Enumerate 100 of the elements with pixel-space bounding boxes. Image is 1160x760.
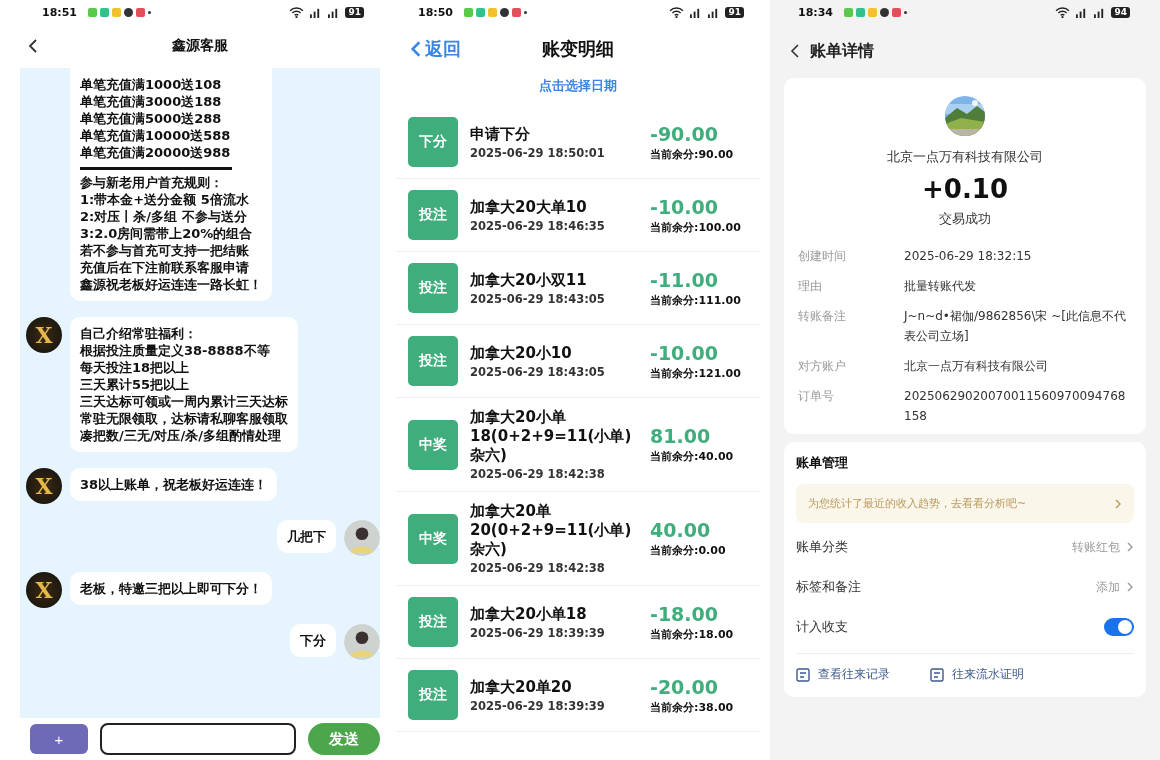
wifi-icon bbox=[1055, 6, 1071, 18]
transaction-status: 交易成功 bbox=[939, 210, 991, 228]
entry-balance: 当前余分:18.00 bbox=[650, 626, 735, 642]
wifi-icon bbox=[289, 6, 305, 18]
document-icon[interactable] bbox=[930, 667, 944, 682]
message-bubble: 老板，特邀三把以上即可下分！ bbox=[70, 572, 272, 605]
entry-amount: 81.00 bbox=[650, 425, 712, 447]
battery-indicator: 94 bbox=[1111, 6, 1130, 18]
field-value: 20250629020070011560970094768158 bbox=[904, 388, 1127, 425]
chevron-icon[interactable] bbox=[1126, 541, 1134, 553]
field-label: 对方账户 bbox=[798, 358, 847, 375]
entry-title: 加拿大20大单10 bbox=[470, 197, 588, 217]
field-label: 转账备注 bbox=[798, 308, 847, 325]
document-icon[interactable] bbox=[796, 667, 810, 682]
merchant-name: 北京一点万有科技有限公司 bbox=[887, 148, 1043, 166]
back-icon[interactable] bbox=[28, 38, 38, 54]
entry-tag: 中奖 bbox=[408, 419, 458, 470]
notification-icons-drawing bbox=[844, 7, 907, 17]
entry-balance: 当前余分:111.00 bbox=[650, 292, 742, 308]
add-button[interactable]: + bbox=[30, 724, 88, 754]
analysis-tip-banner[interactable]: 为您统计了最近的收入趋势，去看看分析吧~ bbox=[796, 484, 1134, 523]
entry-balance: 当前余分:100.00 bbox=[650, 219, 742, 235]
message-bubble: 单笔充值满1000送108 单笔充值满3000送188 单笔充值满5000送288 单笔充值满10000送588 单笔充值满20000送988 参与新老用户首充规则： 1:带本金+送分金额 5倍流水 2:对压丨杀/多组 不参与送分 3:2.0房间需带上20%的组合 若不参与首充可支持一把结账 充值后在下注前联系客服申请 鑫源祝老板好运连连一路长虹！ bbox=[70, 68, 272, 301]
field-value: 2025-06-29 18:32:15 bbox=[904, 248, 1033, 265]
entry-time: 2025-06-29 18:46:35 bbox=[470, 218, 606, 233]
field-label: 订单号 bbox=[798, 388, 835, 405]
entry-amount: -18.00 bbox=[650, 602, 719, 625]
entry-tag: 中奖 bbox=[408, 513, 458, 564]
date-picker-link[interactable]: 点击选择日期 bbox=[533, 76, 623, 96]
entry-balance: 当前余分:40.00 bbox=[650, 449, 735, 464]
entry-balance: 当前余分:38.00 bbox=[650, 699, 735, 715]
action-link[interactable]: 查看往来记录 bbox=[796, 666, 890, 683]
message-bubble: 下分 bbox=[290, 624, 336, 657]
field-value: 批量转账代发 bbox=[904, 278, 977, 295]
entry-time: 2025-06-29 18:42:38 bbox=[470, 467, 606, 481]
entry-time: 2025-06-29 18:42:38 bbox=[470, 561, 606, 575]
back-link[interactable]: 返回 bbox=[410, 37, 461, 61]
entry-balance: 当前余分:121.00 bbox=[650, 365, 742, 381]
message-bubble: 几把下 bbox=[277, 520, 336, 553]
status-time: 18:50 bbox=[418, 5, 453, 19]
entry-tag: 下分 bbox=[408, 117, 458, 167]
agent-avatar[interactable]: X bbox=[26, 317, 62, 353]
entry-tag: 投注 bbox=[408, 597, 458, 647]
entry-title: 申请下分 bbox=[470, 124, 531, 144]
message-bubble: 自己介绍常驻福利： 根据投注质量定义38-8888不等 每天投注18把以上 三天累计55把以上 三天达标可领或一周内累计三天达标 常驻无限领取，达标请私聊客服领取 凑把数/三无/对压/杀/多组酌情处理 bbox=[70, 317, 298, 452]
message-input[interactable] bbox=[100, 723, 296, 755]
entry-tag: 投注 bbox=[408, 336, 458, 386]
chevron-icon[interactable] bbox=[1126, 581, 1134, 593]
chevron-icon[interactable] bbox=[1114, 497, 1122, 510]
status-time: 18:51 bbox=[42, 5, 77, 19]
status-time: 18:34 bbox=[798, 5, 833, 19]
entry-title: 加拿大20单20 bbox=[470, 677, 573, 697]
battery-indicator: 91 bbox=[345, 6, 364, 18]
entry-amount: -90.00 bbox=[650, 122, 719, 145]
entry-balance: 当前余分:90.00 bbox=[650, 146, 735, 162]
setting-label: 标签和备注 bbox=[796, 578, 861, 596]
field-label: 理由 bbox=[798, 278, 823, 295]
notification-icons-drawing bbox=[88, 7, 151, 17]
entry-title: 加拿大20小双11 bbox=[470, 270, 588, 290]
entry-tag: 投注 bbox=[408, 670, 458, 720]
message-bubble: 38以上账单，祝老板好运连连！ bbox=[70, 468, 278, 501]
user-avatar-icon[interactable] bbox=[344, 624, 380, 660]
back-icon[interactable] bbox=[790, 43, 800, 59]
agent-avatar[interactable]: X bbox=[26, 572, 62, 608]
page-title: 账单详情 bbox=[810, 40, 874, 62]
entry-time: 2025-06-29 18:50:01 bbox=[470, 145, 606, 160]
section-title: 账单管理 bbox=[796, 454, 849, 472]
user-avatar-icon[interactable] bbox=[344, 520, 380, 556]
bill-amount: +0.10 bbox=[922, 174, 1008, 204]
entry-title: 加拿大20小10 bbox=[470, 343, 573, 363]
entry-time: 2025-06-29 18:39:39 bbox=[470, 698, 606, 713]
send-button[interactable]: 发送 bbox=[308, 723, 380, 755]
agent-avatar[interactable]: X bbox=[26, 468, 62, 504]
setting-value-link[interactable]: 添加 bbox=[1096, 578, 1134, 596]
entry-title: 加拿大20单20(0+2+9=11(小单)杂六) bbox=[470, 502, 633, 559]
entry-time: 2025-06-29 18:39:39 bbox=[470, 625, 606, 640]
entry-time: 2025-06-29 18:43:05 bbox=[470, 364, 606, 379]
entry-tag: 投注 bbox=[408, 190, 458, 240]
setting-label: 账单分类 bbox=[796, 538, 848, 556]
toggle-switch[interactable] bbox=[1104, 618, 1134, 636]
entry-tag: 投注 bbox=[408, 263, 458, 313]
entry-amount: -10.00 bbox=[650, 341, 719, 364]
field-label: 创建时间 bbox=[798, 248, 847, 265]
battery-indicator: 91 bbox=[725, 6, 744, 18]
action-link[interactable]: 往来流水证明 bbox=[930, 666, 1024, 683]
page-title: 账变明细 bbox=[542, 37, 614, 61]
setting-label: 计入收支 bbox=[796, 618, 848, 636]
entry-amount: 40.00 bbox=[650, 519, 712, 541]
entry-balance: 当前余分:0.00 bbox=[650, 543, 727, 558]
entry-time: 2025-06-29 18:43:05 bbox=[470, 291, 606, 306]
entry-title: 加拿大20小单18 bbox=[470, 604, 588, 624]
entry-amount: -11.00 bbox=[650, 268, 719, 291]
entry-amount: -10.00 bbox=[650, 195, 719, 218]
field-value: J~n~d•裙伽/9862856\宋 ~[此信息不代表公司立场] bbox=[904, 308, 1128, 345]
setting-value-link[interactable]: 转账红包 bbox=[1072, 538, 1134, 556]
notification-icons-drawing bbox=[464, 7, 527, 17]
entry-title: 加拿大20小单18(0+2+9=11(小单)杂六) bbox=[470, 408, 633, 465]
entry-amount: -20.00 bbox=[650, 675, 719, 698]
wifi-icon bbox=[669, 6, 685, 18]
chat-title: 鑫源客服 bbox=[172, 37, 228, 55]
